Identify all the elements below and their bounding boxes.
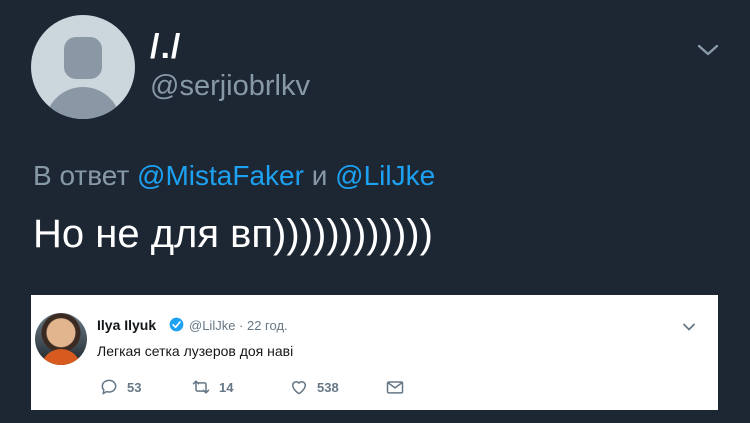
chevron-down-icon[interactable] (696, 38, 720, 62)
quoted-tweet-card[interactable]: Ilya Ilyuk @LilJke · 22 год. Легкая сетк… (31, 295, 718, 410)
reply-action[interactable]: 53 (99, 377, 141, 397)
display-name[interactable]: /./ (150, 28, 181, 67)
quoted-meta[interactable]: @LilJke · 22 год. (189, 318, 288, 333)
direct-message-icon (386, 381, 404, 394)
like-action[interactable]: 538 (289, 377, 339, 397)
mention-link-1[interactable]: @MistaFaker (137, 160, 304, 191)
reply-join: и (311, 160, 328, 191)
like-icon (292, 381, 306, 395)
chevron-down-icon[interactable] (681, 319, 697, 335)
retweet-action[interactable]: 14 (191, 377, 233, 397)
avatar-head-shape (64, 37, 102, 79)
retweet-count: 14 (219, 379, 234, 395)
quoted-avatar[interactable] (35, 313, 87, 365)
avatar-shirt-shape (41, 349, 81, 365)
default-avatar-icon[interactable] (31, 15, 135, 119)
quoted-text: Легкая сетка лузеров доя наві (97, 343, 294, 359)
direct-message-action[interactable] (385, 377, 405, 397)
reply-prefix: В ответ (33, 160, 130, 191)
reply-count: 53 (127, 379, 142, 395)
like-count: 538 (317, 379, 339, 395)
user-handle[interactable]: @serjiobrlkv (150, 70, 310, 103)
avatar-body-shape (45, 87, 121, 119)
retweet-icon (192, 380, 210, 394)
mention-link-2[interactable]: @LilJke (335, 160, 435, 191)
reply-icon (101, 379, 117, 395)
tweet-text: Но не для вп)))))))))))) (33, 212, 433, 256)
quoted-author-name[interactable]: Ilya Ilyuk (97, 317, 156, 333)
reply-context: В ответ @MistaFaker и @LilJke (33, 160, 435, 192)
verified-badge-icon (169, 317, 184, 332)
